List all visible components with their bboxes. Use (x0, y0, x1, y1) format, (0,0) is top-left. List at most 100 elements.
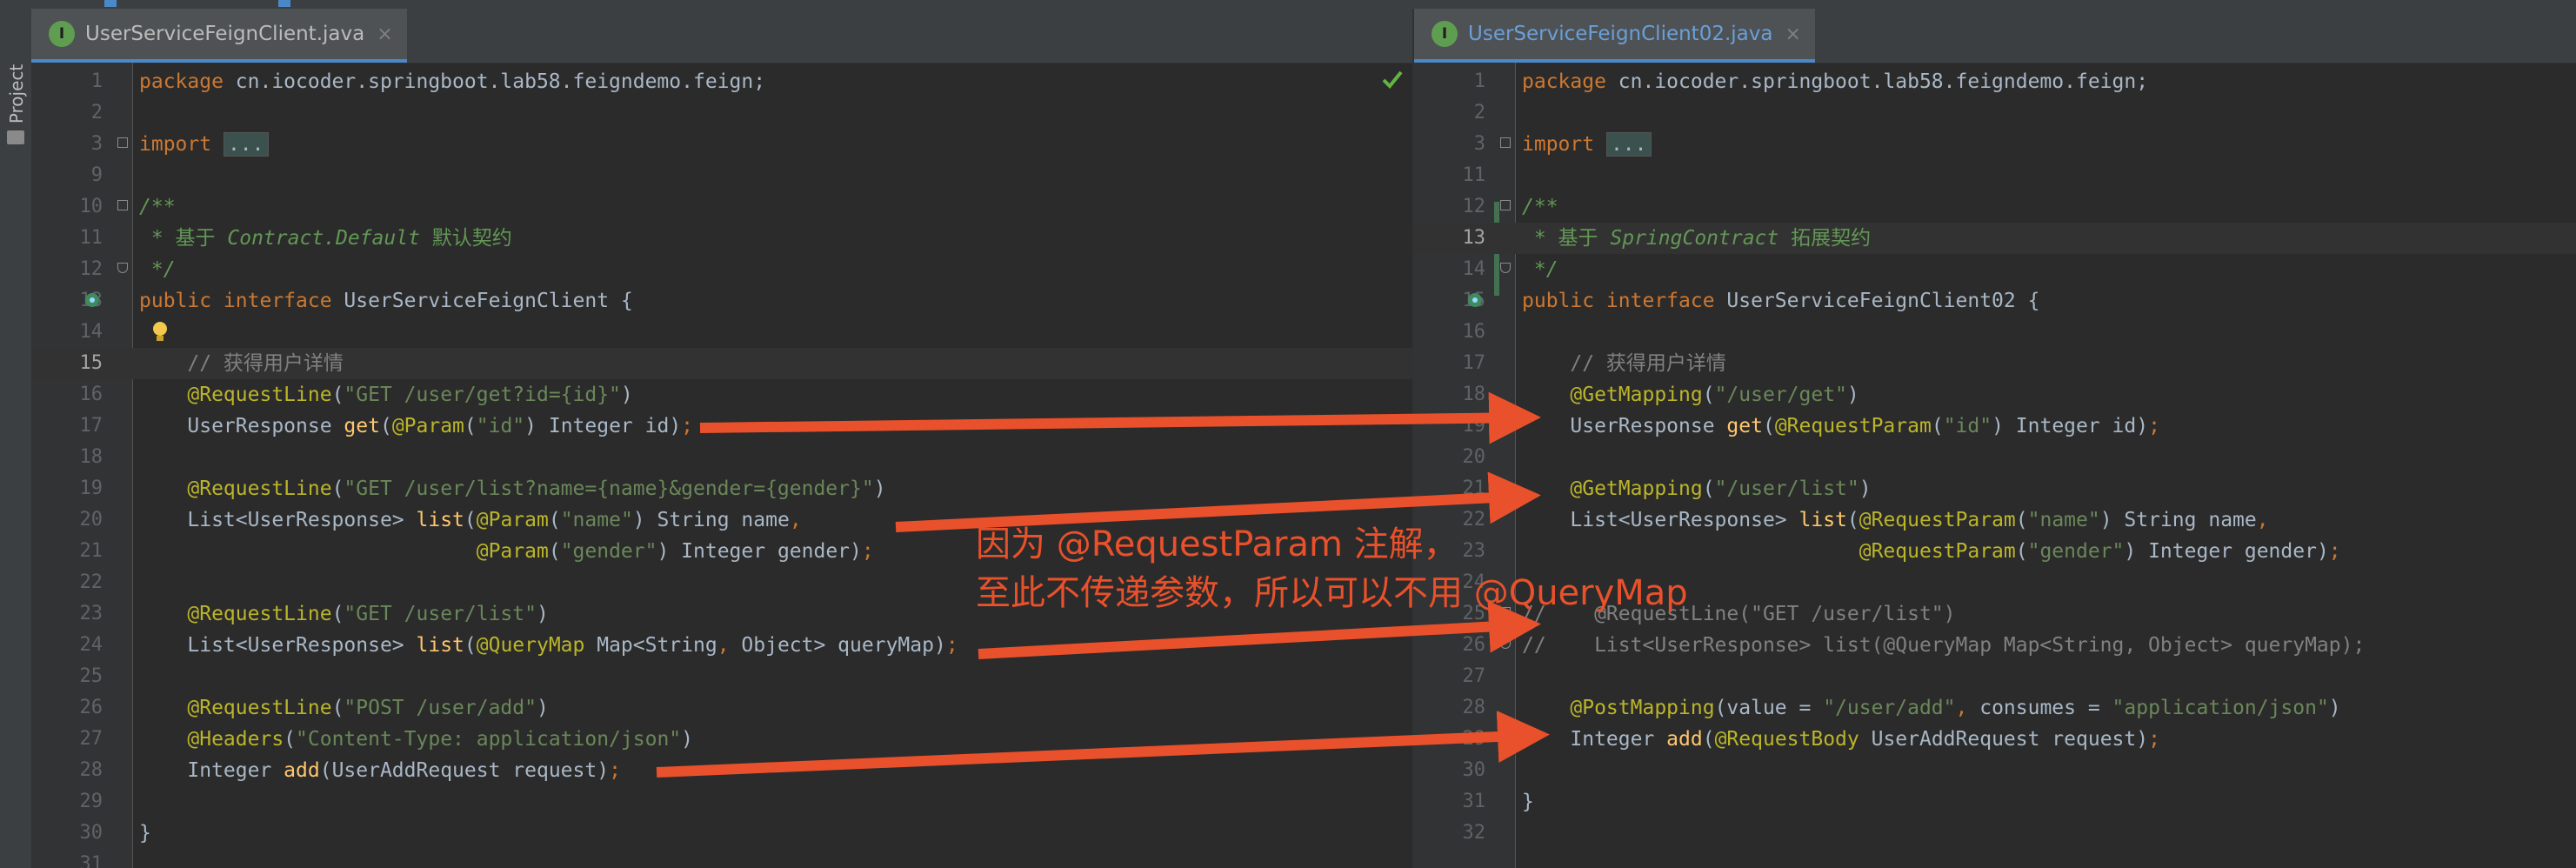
line-number[interactable]: 29 (31, 786, 103, 818)
code-line[interactable]: 26// List<UserResponse> list(@QueryMap M… (1414, 630, 2576, 661)
line-number[interactable]: 2 (1414, 97, 1485, 129)
line-number[interactable]: 3 (1414, 129, 1485, 160)
code-line[interactable]: 15 // 获得用户详情 (31, 348, 1412, 379)
code-line[interactable]: 28 @PostMapping(value = "/user/add", con… (1414, 692, 2576, 724)
code-text[interactable]: public interface UserServiceFeignClient0… (1522, 285, 2039, 317)
line-number[interactable]: 31 (1414, 786, 1485, 818)
code-text[interactable]: @PostMapping(value = "/user/add", consum… (1522, 692, 2341, 724)
code-text[interactable]: UserResponse get(@Param("id") Integer id… (139, 411, 693, 442)
code-line[interactable]: 10/** (31, 191, 1412, 223)
line-number[interactable]: 19 (31, 473, 103, 504)
line-number[interactable]: 18 (31, 442, 103, 473)
code-text[interactable]: @RequestLine("GET /user/list") (139, 598, 549, 630)
code-text[interactable]: * 基于 SpringContract 拓展契约 (1522, 223, 1871, 254)
code-line[interactable]: 27 (1414, 661, 2576, 692)
code-text[interactable]: Integer add(UserAddRequest request); (139, 755, 621, 786)
code-line[interactable]: 12/** (1414, 191, 2576, 223)
code-line[interactable]: 9 (31, 160, 1412, 191)
line-number[interactable]: 30 (31, 818, 103, 849)
line-number[interactable]: 3 (31, 129, 103, 160)
line-number[interactable]: 10 (31, 191, 103, 223)
code-line[interactable]: 31} (1414, 786, 2576, 818)
line-number[interactable]: 14 (31, 317, 103, 348)
code-line[interactable]: 2 (31, 97, 1412, 129)
line-number[interactable]: 17 (1414, 348, 1485, 379)
line-number[interactable]: 26 (31, 692, 103, 724)
line-number[interactable]: 24 (31, 630, 103, 661)
code-text[interactable]: import ... (1522, 129, 1652, 160)
code-line[interactable]: 29 (31, 786, 1412, 818)
fold-toggle-icon[interactable] (1500, 263, 1511, 273)
lightbulb-icon[interactable] (150, 320, 170, 344)
line-number[interactable]: 22 (31, 567, 103, 598)
code-line[interactable]: 17 // 获得用户详情 (1414, 348, 2576, 379)
code-text[interactable]: @RequestLine("GET /user/list?name={name}… (139, 473, 886, 504)
fold-toggle-icon[interactable] (1500, 137, 1511, 148)
line-number[interactable]: 16 (31, 379, 103, 411)
code-line[interactable]: 19 UserResponse get(@RequestParam("id") … (1414, 411, 2576, 442)
line-number[interactable]: 28 (31, 755, 103, 786)
code-line[interactable]: 29 Integer add(@RequestBody UserAddReque… (1414, 724, 2576, 755)
line-number[interactable]: 20 (1414, 442, 1485, 473)
fold-toggle-icon[interactable] (117, 200, 128, 210)
line-number[interactable]: 32 (1414, 818, 1485, 849)
left-editor[interactable]: I UserServiceFeignClient.java × 1package… (31, 9, 1412, 868)
line-number[interactable]: 12 (31, 254, 103, 285)
fold-toggle-icon[interactable] (117, 137, 128, 148)
code-line[interactable]: 1package cn.iocoder.springboot.lab58.fei… (31, 66, 1412, 97)
code-line[interactable]: 1 package cn.iocoder.springboot.lab58.fei… (1414, 66, 2576, 97)
line-number[interactable]: 11 (1414, 160, 1485, 191)
tab-userservicefeignclient02[interactable]: I UserServiceFeignClient02.java × (1414, 9, 1815, 63)
code-line[interactable]: 14 (31, 317, 1412, 348)
code-text[interactable]: */ (1522, 254, 1558, 285)
code-line[interactable]: 28 Integer add(UserAddRequest request); (31, 755, 1412, 786)
code-text[interactable]: package cn.iocoder.springboot.lab58.feig… (1522, 66, 2148, 97)
code-line[interactable]: 19 @RequestLine("GET /user/list?name={na… (31, 473, 1412, 504)
code-text[interactable]: /** (1522, 191, 1558, 223)
line-number[interactable]: 15 (31, 348, 103, 379)
line-number[interactable]: 19 (1414, 411, 1485, 442)
line-number[interactable]: 26 (1414, 630, 1485, 661)
code-text[interactable]: List<UserResponse> list(@QueryMap Map<St… (139, 630, 958, 661)
line-number[interactable]: 23 (31, 598, 103, 630)
code-line[interactable]: 20 (1414, 442, 2576, 473)
project-tool-window-bar[interactable]: 1: Project (0, 9, 32, 868)
line-number[interactable]: 13 (1414, 223, 1485, 254)
code-line[interactable]: 3 import ... (1414, 129, 2576, 160)
line-number[interactable]: 14 (1414, 254, 1485, 285)
code-line[interactable]: 13public interface UserServiceFeignClien… (31, 285, 1412, 317)
code-text[interactable]: UserResponse get(@RequestParam("id") Int… (1522, 411, 2160, 442)
code-line[interactable]: 30} (31, 818, 1412, 849)
code-text[interactable]: @RequestLine("GET /user/get?id={id}") (139, 379, 633, 411)
code-line[interactable]: 31 (31, 849, 1412, 868)
code-line[interactable]: 18 (31, 442, 1412, 473)
line-number[interactable]: 18 (1414, 379, 1485, 411)
line-number[interactable]: 31 (31, 849, 103, 868)
close-icon[interactable]: × (377, 23, 392, 45)
line-number[interactable]: 21 (1414, 473, 1485, 504)
code-text[interactable]: @RequestLine("POST /user/add") (139, 692, 549, 724)
line-number[interactable]: 30 (1414, 755, 1485, 786)
code-text[interactable]: * 基于 Contract.Default 默认契约 (139, 223, 512, 254)
code-line[interactable]: 21 @GetMapping("/user/list") (1414, 473, 2576, 504)
line-number[interactable]: 27 (1414, 661, 1485, 692)
code-text[interactable]: public interface UserServiceFeignClient … (139, 285, 633, 317)
tab-userservicefeignclient[interactable]: I UserServiceFeignClient.java × (31, 9, 407, 63)
code-text[interactable]: // 获得用户详情 (139, 348, 344, 379)
code-line[interactable]: 3import ... (31, 129, 1412, 160)
code-line[interactable]: 24 List<UserResponse> list(@QueryMap Map… (31, 630, 1412, 661)
code-text[interactable]: Integer add(@RequestBody UserAddRequest … (1522, 724, 2160, 755)
line-number[interactable]: 28 (1414, 692, 1485, 724)
code-line[interactable]: 11 * 基于 Contract.Default 默认契约 (31, 223, 1412, 254)
code-text[interactable]: */ (139, 254, 176, 285)
line-number[interactable]: 17 (31, 411, 103, 442)
code-line[interactable]: 2 (1414, 97, 2576, 129)
code-text[interactable]: } (1522, 786, 1534, 818)
line-number[interactable]: 1 (1414, 66, 1485, 97)
fold-toggle-icon[interactable] (117, 263, 128, 273)
line-number[interactable]: 9 (31, 160, 103, 191)
code-line[interactable]: 26 @RequestLine("POST /user/add") (31, 692, 1412, 724)
code-text[interactable]: List<UserResponse> list(@Param("name") S… (139, 504, 802, 536)
close-icon[interactable]: × (1785, 23, 1800, 45)
code-text[interactable]: package cn.iocoder.springboot.lab58.feig… (139, 66, 765, 97)
